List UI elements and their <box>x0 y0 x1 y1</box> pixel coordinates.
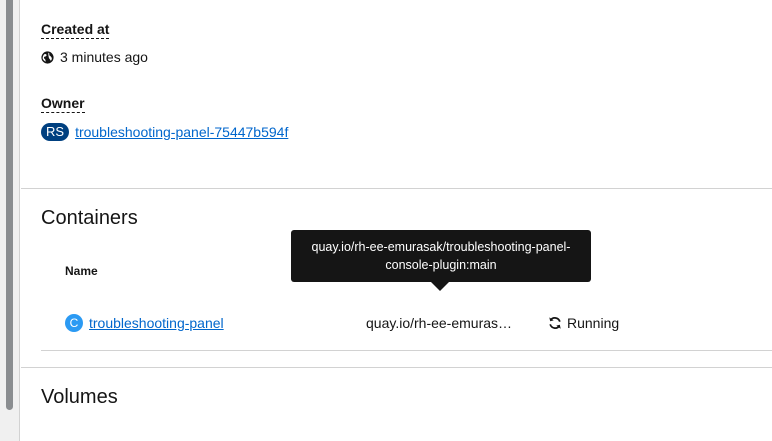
table-row: C troubleshooting-panel <box>65 314 224 332</box>
owner-link[interactable]: troubleshooting-panel-75447b594f <box>75 124 288 140</box>
container-status-label: Running <box>567 315 620 331</box>
tooltip-arrow <box>431 282 449 291</box>
owner-label: Owner <box>41 95 85 113</box>
container-image-cell[interactable]: quay.io/rh-ee-emuras… <box>366 315 512 331</box>
left-scrollbar[interactable] <box>0 0 20 441</box>
owner-kind-badge: RS <box>41 123 70 141</box>
section-divider <box>21 188 772 189</box>
scrollbar-thumb[interactable] <box>6 0 13 410</box>
created-at-value: 3 minutes ago <box>60 49 148 65</box>
column-header-name[interactable]: Name <box>65 264 98 278</box>
globe-icon <box>41 50 54 64</box>
sync-icon <box>549 317 561 329</box>
table-row-divider <box>41 350 772 351</box>
tooltip-line-2: console-plugin:main <box>385 258 497 272</box>
created-at-label: Created at <box>41 21 110 39</box>
tooltip-line-1: quay.io/rh-ee-emurasak/troubleshooting-p… <box>311 240 571 254</box>
pod-details-page: Created at 3 minutes ago Owner RS troubl… <box>0 0 772 441</box>
container-status: Running <box>548 315 619 331</box>
owner-value-row: RS troubleshooting-panel-75447b594f <box>41 123 288 141</box>
container-name-link[interactable]: troubleshooting-panel <box>89 315 224 331</box>
volumes-section-title: Volumes <box>41 386 118 408</box>
container-kind-badge: C <box>65 314 83 332</box>
image-tooltip: quay.io/rh-ee-emurasak/troubleshooting-p… <box>291 230 591 282</box>
containers-section-title: Containers <box>41 207 138 229</box>
section-divider <box>21 367 772 368</box>
created-at-value-row: 3 minutes ago <box>41 49 148 65</box>
